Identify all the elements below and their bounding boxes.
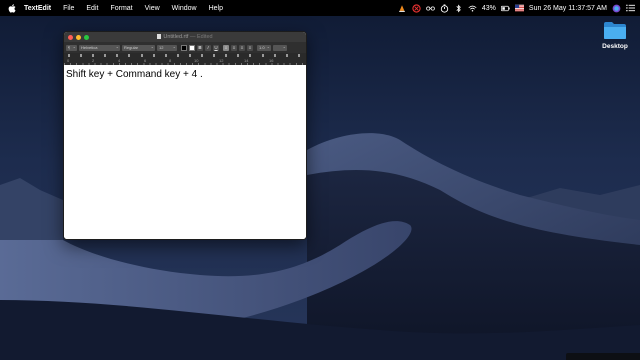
glasses-icon[interactable] — [426, 4, 435, 13]
desktop-folder-label: Desktop — [602, 43, 628, 50]
siri-icon[interactable] — [612, 4, 621, 13]
menu-window[interactable]: Window — [166, 5, 203, 12]
menu-help[interactable]: Help — [203, 5, 229, 12]
folder-icon — [604, 22, 626, 39]
document-area[interactable]: Shift key + Command key + 4 . — [64, 65, 306, 239]
menu-bar: TextEdit File Edit Format View Window He… — [0, 0, 640, 16]
battery-icon[interactable] — [500, 4, 510, 13]
align-justify-icon[interactable]: ≡ — [247, 44, 253, 51]
ruler[interactable]: 0 2 4 6 8 10 12 14 16 — [64, 53, 306, 65]
underline-button[interactable]: U — [213, 44, 219, 51]
menu-format[interactable]: Format — [104, 5, 138, 12]
wifi-icon[interactable] — [468, 4, 477, 13]
window-title-status: — Edited — [188, 34, 213, 40]
menu-edit[interactable]: Edit — [80, 5, 104, 12]
menu-file[interactable]: File — [57, 5, 80, 12]
font-family-select[interactable]: Helvetica — [79, 44, 120, 51]
document-text[interactable]: Shift key + Command key + 4 . — [66, 69, 203, 80]
menubar-clock[interactable]: Sun 26 May 11:37:57 AM — [529, 5, 607, 12]
desktop-folder[interactable]: Desktop — [598, 21, 632, 50]
input-source-flag-icon[interactable] — [514, 4, 524, 13]
window-titlebar[interactable]: Untitled.rtf — Edited — [64, 32, 306, 42]
line-spacing-select[interactable]: 1.0 — [257, 44, 271, 51]
format-toolbar: ¶ Helvetica Regular 12 B I U ≡ ≡ ≡ ≡ 1.0 — [64, 42, 306, 53]
align-right-icon[interactable]: ≡ — [239, 44, 245, 51]
recording-icon[interactable] — [412, 3, 421, 13]
vlc-cone-icon[interactable] — [398, 4, 407, 13]
italic-button[interactable]: I — [205, 44, 211, 51]
timer-icon[interactable] — [440, 3, 449, 13]
menu-view[interactable]: View — [139, 5, 166, 12]
menu-app-name[interactable]: TextEdit — [20, 5, 57, 12]
document-icon — [157, 34, 162, 39]
bold-button[interactable]: B — [197, 44, 203, 51]
text-color-swatch[interactable] — [181, 44, 187, 51]
align-center-icon[interactable]: ≡ — [231, 44, 237, 51]
window-title-name: Untitled.rtf — [163, 34, 189, 40]
apple-menu-icon[interactable] — [4, 3, 20, 13]
battery-percent: 43% — [481, 4, 496, 12]
bluetooth-icon[interactable] — [454, 3, 463, 13]
textedit-window: Untitled.rtf — Edited ¶ Helvetica Regula… — [63, 31, 307, 240]
list-style-select[interactable] — [273, 44, 287, 51]
paragraph-style-select[interactable]: ¶ — [66, 44, 77, 51]
notification-center-icon[interactable] — [626, 4, 635, 13]
window-title: Untitled.rtf — Edited — [64, 34, 306, 40]
status-area: 43% Sun 26 May 11:37:57 AM — [398, 3, 640, 13]
dock-edge — [566, 353, 640, 360]
font-size-select[interactable]: 12 — [157, 44, 177, 51]
align-left-icon[interactable]: ≡ — [223, 44, 229, 51]
highlight-color-swatch[interactable] — [189, 44, 195, 51]
font-style-select[interactable]: Regular — [122, 44, 155, 51]
